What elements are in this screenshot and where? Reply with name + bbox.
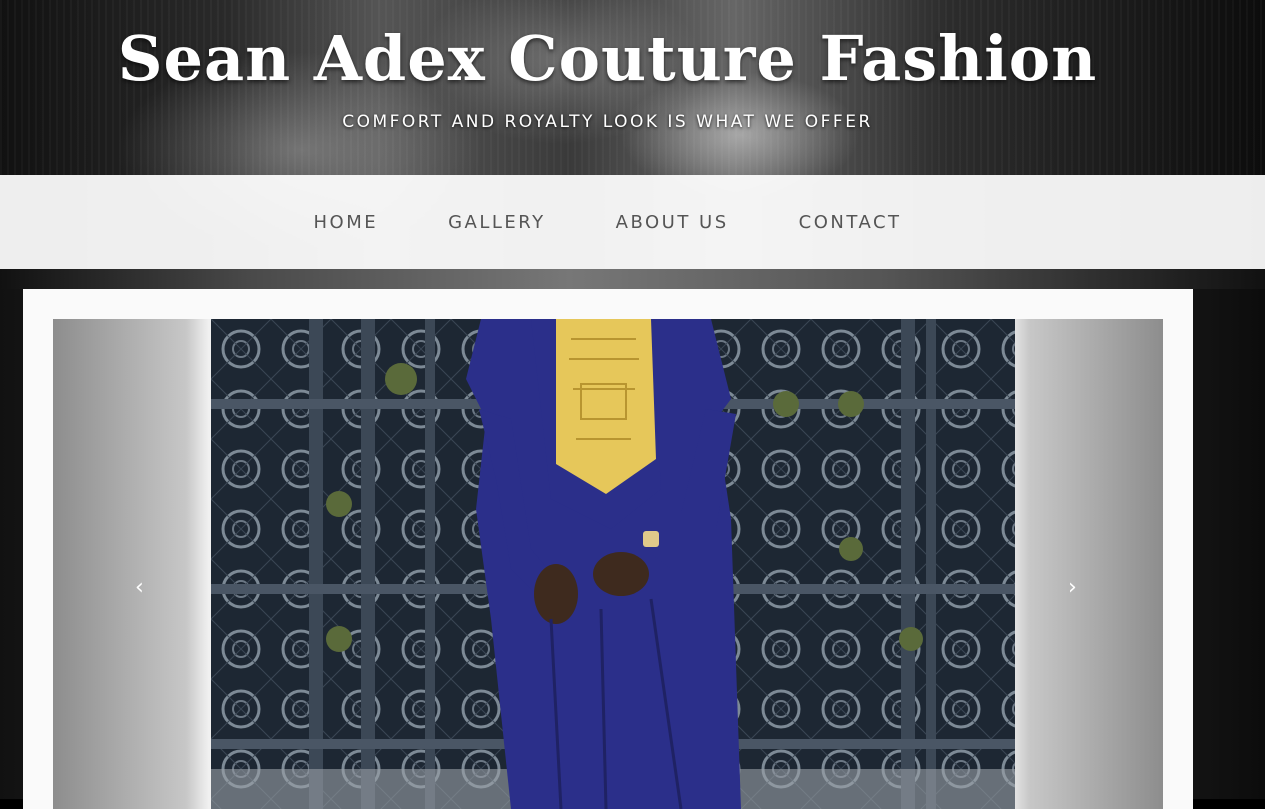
content-panel: ‹ › <box>23 289 1193 809</box>
main-navigation: HOME GALLERY ABOUT US CONTACT <box>0 175 1265 269</box>
slider-prev-arrow[interactable]: ‹ <box>135 577 144 599</box>
site-tagline: COMFORT AND ROYALTY LOOK IS WHAT WE OFFE… <box>342 112 873 132</box>
site-title[interactable]: Sean Adex Couture Fashion <box>0 22 1215 95</box>
slide-image <box>211 319 1015 809</box>
nav-item-home[interactable]: HOME <box>278 212 413 233</box>
nav-item-about-us[interactable]: ABOUT US <box>581 212 764 233</box>
nav-menu: HOME GALLERY ABOUT US CONTACT <box>278 212 936 233</box>
nav-item-gallery[interactable]: GALLERY <box>413 212 581 233</box>
slider-next-arrow[interactable]: › <box>1068 577 1077 599</box>
background-band <box>0 269 1265 289</box>
image-slider: ‹ › <box>53 319 1163 809</box>
nav-item-contact[interactable]: CONTACT <box>764 212 937 233</box>
